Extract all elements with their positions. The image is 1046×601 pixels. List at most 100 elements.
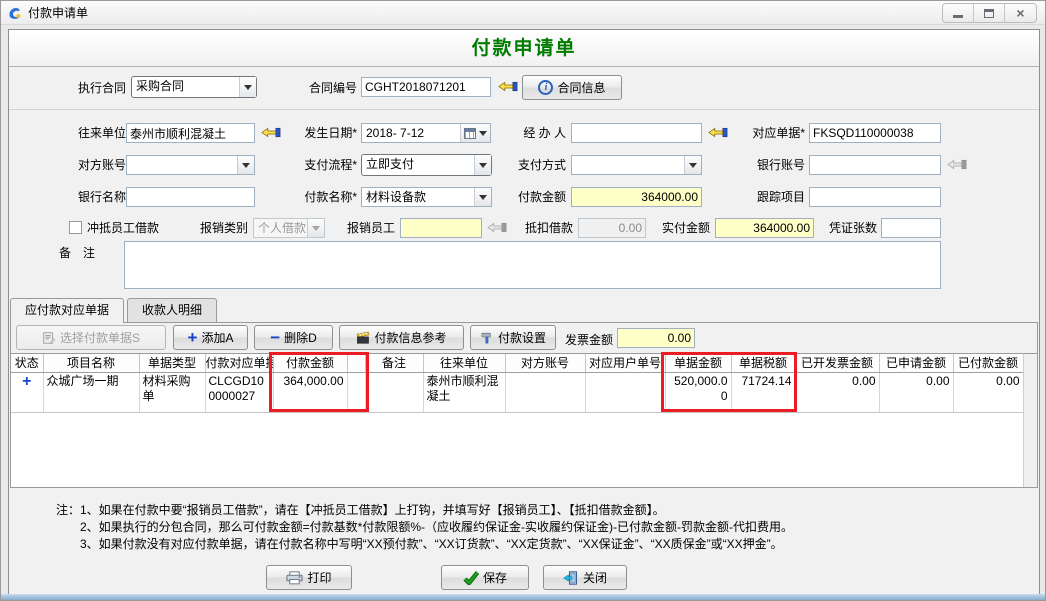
close-button[interactable]: × [1005,4,1036,22]
cell-payment-doc[interactable]: CLCGD100000027 [205,372,273,412]
col-peer-account: 对方账号 [505,354,585,372]
payment-settings-button[interactable]: 付款设置 [470,325,556,350]
contract-no-label: 合同编号 [279,78,357,98]
doc-input[interactable] [809,123,941,143]
window-titlebar: 付款申请单 × [1,1,1045,25]
cell-remark[interactable] [365,372,423,412]
table-row[interactable]: + 众城广场一期 材料采购单 CLCGD100000027 364,000.00… [11,372,1023,412]
col-project-name: 项目名称 [43,354,139,372]
close-icon: × [1016,6,1024,20]
printer-icon [286,571,303,585]
annotation-box-doc-amount-tax [661,352,797,412]
contract-info-button[interactable]: i 合同信息 [522,75,622,100]
delete-row-button[interactable]: − 删除D [254,325,333,350]
cell-doc-type[interactable]: 材料采购单 [139,372,205,412]
cell-project-name[interactable]: 众城广场一期 [43,372,139,412]
payment-application-window: 付款申请单 × 付款申请单 执行合同 采购合同 合同编号 i [0,0,1046,601]
contract-row: 执行合同 采购合同 合同编号 i 合同信息 [9,68,1039,110]
maximize-button[interactable] [974,4,1005,22]
minimize-button[interactable] [943,4,974,22]
col-payment-doc: 付款对应单据 [205,354,273,372]
col-doc-type: 单据类型 [139,354,205,372]
main-panel: 付款申请单 执行合同 采购合同 合同编号 i 合同信息 往来单位 [8,29,1040,595]
date-picker[interactable]: 2018- 7-12 [361,123,491,143]
cell-invoiced-amount[interactable]: 0.00 [795,372,879,412]
maximize-icon [984,9,994,18]
pay-amount-input[interactable] [571,187,702,207]
tab-payee-details[interactable]: 收款人明细 [127,298,217,322]
calendar-icon[interactable] [460,124,490,142]
chevron-down-icon [307,219,324,237]
page-title: 付款申请单 [9,30,1039,67]
reimburse-type-value: 个人借款 [254,219,307,237]
check-icon [463,571,479,585]
exec-contract-label: 执行合同 [54,78,126,98]
payable-documents-pane: 选择付款单据S + 添加A − 删除D 付款信息参考 [10,322,1038,488]
grid-container: 状态 项目名称 单据类型 付款对应单据 付款金额 备注 往来单位 对方账号 对应… [11,353,1023,487]
payment-info-ref-button[interactable]: 付款信息参考 [339,325,464,350]
cell-applied-amount[interactable]: 0.00 [879,372,953,412]
bank-name-input[interactable] [126,187,255,207]
deduct-input [578,218,646,238]
bank-account-input[interactable] [809,155,941,175]
date-value: 2018- 7-12 [362,124,460,142]
chevron-down-icon[interactable] [684,156,701,174]
track-input[interactable] [809,187,941,207]
close-form-button[interactable]: 关闭 [543,565,627,590]
contract-picker-hand-icon[interactable] [498,79,518,94]
delete-row-label: 删除D [284,329,317,346]
actual-amount-input[interactable] [715,218,814,238]
table-header-row: 状态 项目名称 单据类型 付款对应单据 付款金额 备注 往来单位 对方账号 对应… [11,354,1023,372]
cell-user-doc-no[interactable] [585,372,665,412]
cell-vendor[interactable]: 泰州市顺利混凝土 [423,372,505,412]
deduct-label: 抵扣借款 [517,218,573,238]
payable-documents-table: 状态 项目名称 单据类型 付款对应单据 付款金额 备注 往来单位 对方账号 对应… [11,354,1024,413]
vendor-input[interactable] [126,123,255,143]
row-expand-plus-icon[interactable]: + [11,372,43,412]
col-invoiced-amount: 已开发票金额 [795,354,879,372]
pay-name-combobox[interactable]: 材料设备款 [361,187,492,207]
pay-name-label: 付款名称* [275,187,357,207]
col-applied-amount: 已申请金额 [879,354,953,372]
col-remark: 备注 [365,354,423,372]
exit-door-icon [563,571,579,585]
voucher-count-input[interactable] [881,218,941,238]
window-bottom-frame [1,594,1045,600]
chevron-down-icon[interactable] [237,156,254,174]
print-button[interactable]: 打印 [266,565,352,590]
clapperboard-icon [356,331,370,345]
footer-notes: 注：1、如果在付款中要“报销员工借款”，请在【冲抵员工借款】上打钩，并填写好【报… [56,502,793,553]
plus-icon: + [188,329,198,346]
cell-peer-account[interactable] [505,372,585,412]
exec-contract-combobox[interactable]: 采购合同 [131,76,257,98]
add-row-button[interactable]: + 添加A [173,325,248,350]
agent-input[interactable] [571,123,702,143]
form-area: 往来单位 发生日期* 2018- 7-12 经 办 人 对应单据* 对方账号 [9,111,1039,298]
cell-paid-amount[interactable]: 0.00 [953,372,1023,412]
save-button[interactable]: 保存 [441,565,529,590]
offset-loan-checkbox[interactable] [69,221,82,234]
reimburse-emp-input[interactable] [400,218,482,238]
tab-strip: 应付款对应单据 收款人明细 [10,298,220,322]
select-payment-doc-label: 选择付款单据S [60,329,140,346]
doc-label: 对应单据* [725,123,805,143]
flow-combobox[interactable]: 立即支付 [361,154,492,176]
contract-no-input[interactable] [361,77,491,97]
minimize-icon [953,15,963,18]
note-line-2: 2、如果执行的分包合同，那么可付款金额=付款基数*付款限额%-（应收履约保证金-… [56,519,793,536]
offset-loan-label: 冲抵员工借款 [87,218,177,238]
method-combobox[interactable] [571,155,702,175]
peer-account-combobox[interactable] [126,155,255,175]
invoice-amount-input[interactable] [617,328,695,348]
save-label: 保存 [483,569,507,586]
app-logo-icon [7,5,23,21]
method-value [572,156,684,174]
add-row-label: 添加A [201,329,233,346]
payment-info-ref-label: 付款信息参考 [374,329,446,346]
print-label: 打印 [307,569,331,586]
reimburse-emp-picker-hand-icon [487,220,507,235]
remark-textarea[interactable] [124,241,941,289]
chevron-down-icon[interactable] [239,77,256,97]
grid-vertical-scrollbar[interactable] [1023,353,1037,487]
tab-payable-documents[interactable]: 应付款对应单据 [10,298,124,323]
